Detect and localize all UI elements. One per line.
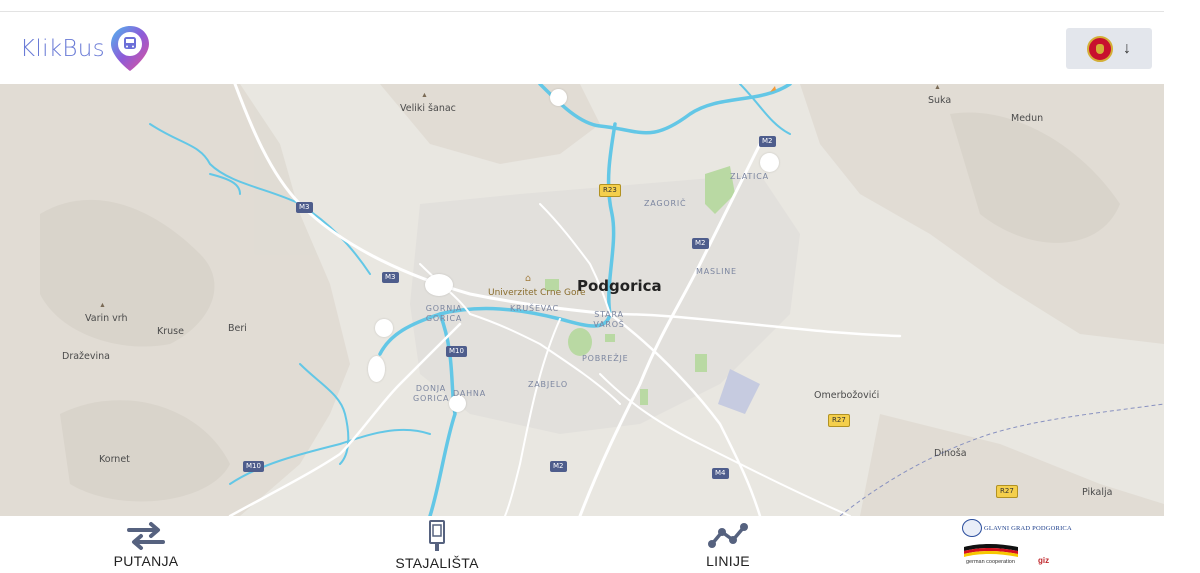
peak-icon: ▲ xyxy=(934,84,941,91)
road-shield: M2 xyxy=(550,461,567,472)
sponsor-logos: GLAVNI GRAD PODGORICA german cooperation… xyxy=(958,518,1088,572)
district-label: ZLATICA xyxy=(730,172,769,181)
place-label: Veliki šanac xyxy=(400,103,456,114)
bottom-nav: PUTANJA STAJALIŠTA LINIJE GLAVNI GRAD PO… xyxy=(0,516,1200,573)
place-label: Kruse xyxy=(157,326,184,337)
klikbus-logo[interactable]: KlikBus xyxy=(20,24,151,74)
district-label: GORNJA GORICA xyxy=(425,304,463,323)
road-shield: R27 xyxy=(828,414,850,427)
bus-stop-icon xyxy=(429,520,445,551)
german-cooperation-text: german cooperation xyxy=(966,559,1015,565)
bus-pin-icon xyxy=(110,26,149,71)
poi-icon: ⌂ xyxy=(525,273,532,284)
peak-icon: ▲ xyxy=(99,302,106,309)
district-label: DAHNA xyxy=(453,389,486,398)
nav-stajalista[interactable]: STAJALIŠTA xyxy=(395,520,479,571)
swap-arrows-icon xyxy=(127,522,165,550)
place-label: Beri xyxy=(228,323,247,334)
map-view[interactable]: ▲ Veliki šanac ▲ Suka Medun ▲ Varin vrh … xyxy=(0,84,1164,516)
road-shield: M3 xyxy=(382,272,399,283)
road-shield: M3 xyxy=(296,202,313,213)
app-header: KlikBus ↓ xyxy=(0,12,1200,84)
podgorica-coat-of-arms-icon xyxy=(962,519,982,537)
map-right-margin xyxy=(1164,84,1200,573)
montenegro-flag-icon xyxy=(1087,35,1113,62)
map-canvas xyxy=(0,84,1164,516)
road-shield: R27 xyxy=(996,485,1018,498)
nav-label: PUTANJA xyxy=(113,553,179,569)
road-shield: M4 xyxy=(712,468,729,479)
district-label: MASLINE xyxy=(696,267,737,276)
place-label: Kornet xyxy=(99,454,130,465)
place-label: Omerbožovići xyxy=(814,390,880,401)
district-label: KRUŠEVAC xyxy=(510,304,560,313)
road-shield: M10 xyxy=(446,346,467,357)
route-line-icon xyxy=(708,523,748,548)
road-shield: M2 xyxy=(692,238,709,249)
language-selector-button[interactable]: ↓ xyxy=(1066,28,1152,69)
place-label: Suka xyxy=(928,95,952,106)
place-label: Dinoša xyxy=(934,448,967,459)
district-label: DONJA GORICA xyxy=(413,384,450,403)
map-stop-dot[interactable] xyxy=(368,356,385,382)
german-flag-icon xyxy=(964,544,1018,557)
map-stop-dot[interactable] xyxy=(760,153,779,172)
map-stop-dot[interactable] xyxy=(550,89,567,106)
district-label: POBREŽJE xyxy=(582,354,629,363)
nav-label: STAJALIŠTA xyxy=(395,555,479,571)
road-shield: R23 xyxy=(599,184,621,197)
district-label: ZAGORIČ xyxy=(644,199,687,208)
map-stop-dot[interactable] xyxy=(425,274,453,296)
nav-putanja[interactable]: PUTANJA xyxy=(113,520,179,569)
place-label: Varin vrh xyxy=(85,313,128,324)
arrow-down-icon: ↓ xyxy=(1123,39,1131,57)
logo-text: KlikBus xyxy=(20,36,105,62)
district-label: STARA VAROŠ xyxy=(593,310,625,329)
nav-linije[interactable]: LINIJE xyxy=(706,520,750,569)
road-shield: M10 xyxy=(243,461,264,472)
poi-label: Univerzitet Crne Gore xyxy=(488,288,586,298)
place-label: Pikalja xyxy=(1082,487,1113,498)
nav-label: LINIJE xyxy=(706,553,750,569)
sponsor-city: GLAVNI GRAD PODGORICA xyxy=(984,525,1072,532)
place-label: Draževina xyxy=(62,351,110,362)
district-label: ZABJELO xyxy=(528,380,568,389)
city-label: Podgorica xyxy=(577,277,662,295)
peak-icon: ▲ xyxy=(421,92,428,99)
road-shield: M2 xyxy=(759,136,776,147)
map-stop-dot[interactable] xyxy=(375,319,393,337)
place-label: Medun xyxy=(1011,113,1044,124)
giz-logo: giz xyxy=(1038,556,1050,565)
